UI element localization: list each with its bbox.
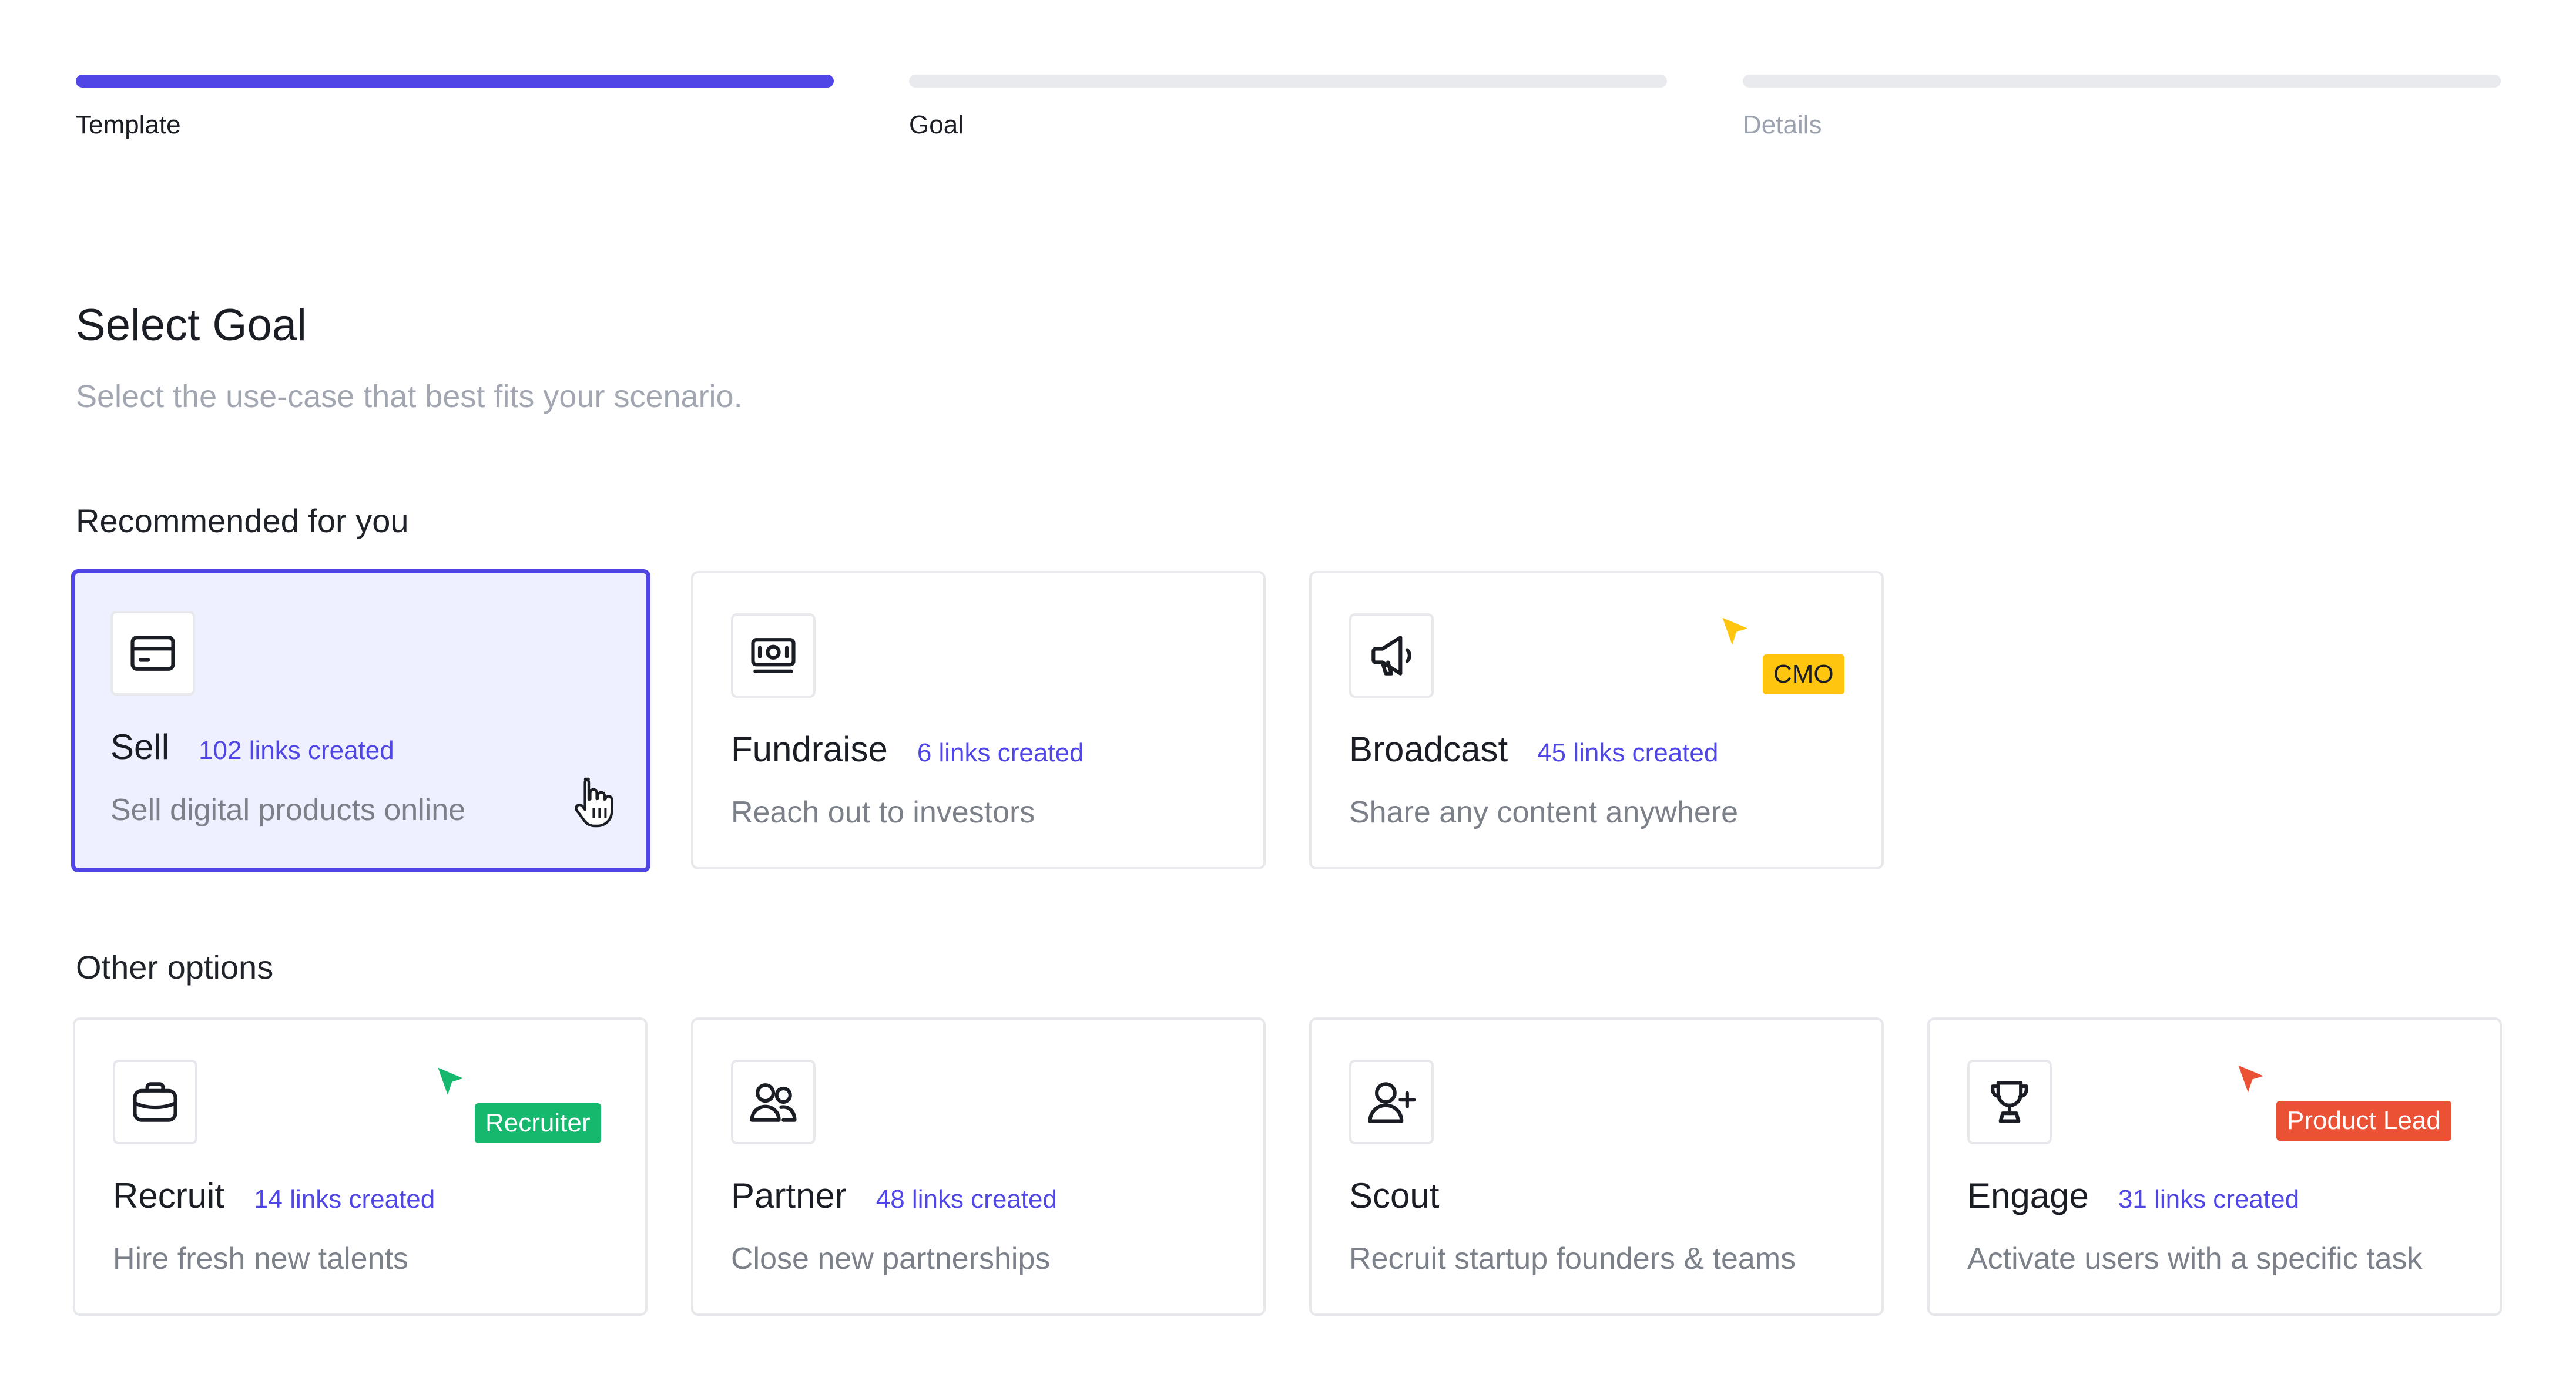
recruiter-cursor-label: Recruiter xyxy=(475,1103,601,1143)
links-count: 6 links created xyxy=(917,738,1084,767)
goal-card-partner[interactable]: Partner 48 links created Close new partn… xyxy=(691,1017,1266,1316)
step-template-bar xyxy=(76,75,834,88)
goal-name: Sell xyxy=(110,727,170,767)
recommended-section-label: Recommended for you xyxy=(76,502,409,539)
hand-pointer-cursor-icon xyxy=(575,777,613,828)
megaphone-icon xyxy=(1349,613,1434,698)
goal-selection-page: Template Goal Details Select Goal Select… xyxy=(0,0,2576,1391)
goal-card-sell[interactable]: Sell 102 links created Sell digital prod… xyxy=(71,569,650,872)
other-section-label: Other options xyxy=(76,949,274,986)
goal-name: Broadcast xyxy=(1349,730,1508,769)
step-details-label: Details xyxy=(1743,110,1822,139)
goal-name: Partner xyxy=(731,1176,847,1215)
briefcase-icon xyxy=(113,1060,197,1144)
trophy-icon xyxy=(1967,1060,2052,1144)
goal-name: Scout xyxy=(1349,1176,1440,1215)
goal-card-scout-header: Scout xyxy=(1349,1174,1439,1218)
banknote-icon xyxy=(731,613,816,698)
goal-description: Hire fresh new talents xyxy=(113,1242,408,1276)
goal-card-recruit-header: Recruit 14 links created xyxy=(113,1174,435,1218)
goal-card-engage-header: Engage 31 links created xyxy=(1967,1174,2299,1218)
users-icon xyxy=(731,1060,816,1144)
product-lead-cursor-label: Product Lead xyxy=(2276,1101,2451,1141)
goal-description: Sell digital products online xyxy=(110,793,466,827)
step-goal-label: Goal xyxy=(909,110,964,139)
goal-card-sell-header: Sell 102 links created xyxy=(110,725,394,770)
goal-name: Recruit xyxy=(113,1176,225,1215)
step-details-bar xyxy=(1743,75,2501,88)
goal-card-broadcast-header: Broadcast 45 links created xyxy=(1349,727,1718,772)
goal-card-engage[interactable]: Engage 31 links created Activate users w… xyxy=(1927,1017,2502,1316)
step-template[interactable]: Template xyxy=(76,75,834,140)
goal-description: Activate users with a specific task xyxy=(1967,1242,2423,1276)
goal-card-fundraise[interactable]: Fundraise 6 links created Reach out to i… xyxy=(691,571,1266,869)
goal-card-scout[interactable]: Scout Recruit startup founders & teams xyxy=(1309,1017,1884,1316)
goal-card-fundraise-header: Fundraise 6 links created xyxy=(731,727,1084,772)
credit-card-icon xyxy=(110,611,195,696)
step-goal-bar xyxy=(909,75,1667,88)
goal-name: Fundraise xyxy=(731,730,888,769)
links-count: 45 links created xyxy=(1537,738,1719,767)
page-title: Select Goal xyxy=(76,300,307,350)
goal-name: Engage xyxy=(1967,1176,2089,1215)
links-count: 14 links created xyxy=(254,1185,435,1214)
step-goal[interactable]: Goal xyxy=(909,75,1667,140)
step-details[interactable]: Details xyxy=(1743,75,2501,140)
goal-description: Share any content anywhere xyxy=(1349,795,1738,829)
goal-card-broadcast[interactable]: Broadcast 45 links created Share any con… xyxy=(1309,571,1884,869)
goal-description: Recruit startup founders & teams xyxy=(1349,1242,1796,1276)
goal-description: Reach out to investors xyxy=(731,795,1035,829)
links-count: 31 links created xyxy=(2118,1185,2300,1214)
goal-card-recruit[interactable]: Recruit 14 links created Hire fresh new … xyxy=(73,1017,648,1316)
step-template-label: Template xyxy=(76,110,181,139)
goal-description: Close new partnerships xyxy=(731,1242,1051,1276)
product-lead-cursor-icon xyxy=(2235,1062,2268,1097)
cmo-cursor-icon xyxy=(1719,614,1752,650)
links-count: 102 links created xyxy=(199,736,394,765)
page-subtitle: Select the use-case that best fits your … xyxy=(76,379,743,414)
cmo-cursor-label: CMO xyxy=(1763,654,1844,694)
progress-stepper: Template Goal Details xyxy=(76,75,2501,145)
user-plus-icon xyxy=(1349,1060,1434,1144)
recruiter-cursor-icon xyxy=(435,1064,468,1100)
goal-card-partner-header: Partner 48 links created xyxy=(731,1174,1057,1218)
links-count: 48 links created xyxy=(876,1185,1057,1214)
